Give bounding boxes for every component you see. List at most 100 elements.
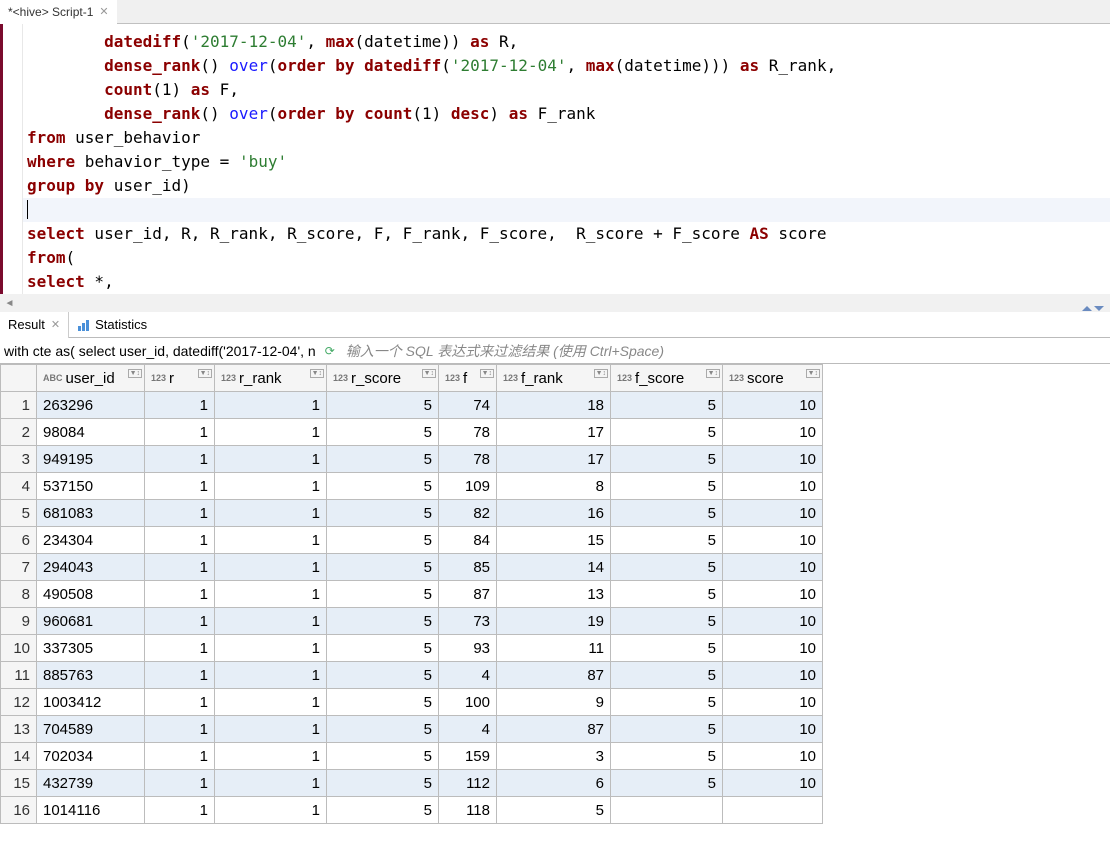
cell[interactable] [611,797,723,824]
cell[interactable]: 10 [723,554,823,581]
cell[interactable]: 82 [439,500,497,527]
cell[interactable]: 1 [145,716,215,743]
cell[interactable]: 704589 [37,716,145,743]
cell[interactable]: 87 [497,716,611,743]
cell[interactable]: 1014116 [37,797,145,824]
cell[interactable]: 234304 [37,527,145,554]
cell[interactable]: 159 [439,743,497,770]
cell[interactable]: 1 [215,716,327,743]
cell[interactable]: 5 [327,581,439,608]
cell[interactable]: 1 [215,527,327,554]
close-icon[interactable]: ✕ [51,318,60,331]
table-row[interactable]: 45371501151098510 [1,473,823,500]
cell[interactable]: 10 [723,527,823,554]
cell[interactable]: 5 [611,527,723,554]
cell[interactable]: 5 [611,662,723,689]
cell[interactable]: 8 [497,473,611,500]
table-row[interactable]: 147020341151593510 [1,743,823,770]
editor-line[interactable]: dense_rank() over(order by count(1) desc… [23,102,1110,126]
editor-line[interactable]: count(1) as F, [23,78,1110,102]
editor-line[interactable]: dense_rank() over(order by datediff('201… [23,54,1110,78]
cell[interactable]: 5 [327,608,439,635]
table-row[interactable]: 56810831158216510 [1,500,823,527]
column-header-score[interactable]: 123score▼↕ [723,365,823,392]
table-row[interactable]: 12632961157418510 [1,392,823,419]
cell[interactable]: 4 [439,716,497,743]
cell[interactable]: 1 [145,797,215,824]
cell[interactable]: 5 [611,770,723,797]
column-header-f_rank[interactable]: 123f_rank▼↕ [497,365,611,392]
cell[interactable]: 10 [723,473,823,500]
cell[interactable] [723,797,823,824]
cell[interactable]: 1 [145,473,215,500]
column-header-f[interactable]: 123f▼↕ [439,365,497,392]
cell[interactable]: 1 [145,446,215,473]
cell[interactable]: 3 [497,743,611,770]
cell[interactable]: 5 [327,689,439,716]
cell[interactable]: 5 [611,473,723,500]
column-header-r[interactable]: 123r▼↕ [145,365,215,392]
cell[interactable]: 681083 [37,500,145,527]
table-row[interactable]: 99606811157319510 [1,608,823,635]
cell[interactable]: 1 [145,581,215,608]
cell[interactable]: 432739 [37,770,145,797]
cell[interactable]: 73 [439,608,497,635]
cell[interactable]: 5 [611,743,723,770]
cell[interactable]: 1 [145,608,215,635]
close-icon[interactable]: ✕ [99,5,108,18]
cell[interactable]: 5 [327,473,439,500]
cell[interactable]: 5 [327,446,439,473]
cell[interactable]: 1 [215,446,327,473]
cell[interactable]: 1 [145,743,215,770]
chevron-down-icon[interactable] [1094,306,1104,311]
cell[interactable]: 13 [497,581,611,608]
cell[interactable]: 1 [215,770,327,797]
cell[interactable]: 1 [215,608,327,635]
table-row[interactable]: 2980841157817510 [1,419,823,446]
editor-line[interactable]: where behavior_type = 'buy' [23,150,1110,174]
cell[interactable]: 87 [439,581,497,608]
tab-result[interactable]: Result ✕ [0,312,69,338]
cell[interactable]: 5 [497,797,611,824]
cell[interactable]: 1 [215,662,327,689]
cell[interactable]: 294043 [37,554,145,581]
cell[interactable]: 960681 [37,608,145,635]
tab-statistics[interactable]: Statistics [69,312,155,338]
cell[interactable]: 5 [327,500,439,527]
column-header-r_rank[interactable]: 123r_rank▼↕ [215,365,327,392]
table-row[interactable]: 62343041158415510 [1,527,823,554]
cell[interactable]: 1 [215,743,327,770]
cell[interactable]: 1 [145,689,215,716]
cell[interactable]: 5 [611,716,723,743]
cell[interactable]: 5 [611,581,723,608]
cell[interactable]: 5 [327,716,439,743]
cell[interactable]: 74 [439,392,497,419]
cell[interactable]: 10 [723,662,823,689]
cell[interactable]: 337305 [37,635,145,662]
cell[interactable]: 93 [439,635,497,662]
cell[interactable]: 5 [611,635,723,662]
table-row[interactable]: 11885763115487510 [1,662,823,689]
results-grid[interactable]: ABCuser_id▼↕123r▼↕123r_rank▼↕123r_score▼… [0,364,1110,824]
cell[interactable]: 5 [611,446,723,473]
cell[interactable]: 5 [611,608,723,635]
editor-line[interactable]: group by user_id) [23,174,1110,198]
cell[interactable]: 19 [497,608,611,635]
table-row[interactable]: 103373051159311510 [1,635,823,662]
cell[interactable]: 10 [723,635,823,662]
cell[interactable]: 1 [145,500,215,527]
cell[interactable]: 78 [439,419,497,446]
cell[interactable]: 10 [723,500,823,527]
table-row[interactable]: 1210034121151009510 [1,689,823,716]
column-header-f_score[interactable]: 123f_score▼↕ [611,365,723,392]
cell[interactable]: 84 [439,527,497,554]
cell[interactable]: 1 [215,797,327,824]
cell[interactable]: 17 [497,446,611,473]
cell[interactable]: 1 [145,554,215,581]
cell[interactable]: 10 [723,608,823,635]
cell[interactable]: 5 [327,662,439,689]
cell[interactable]: 87 [497,662,611,689]
cell[interactable]: 118 [439,797,497,824]
cell[interactable]: 17 [497,419,611,446]
cell[interactable]: 85 [439,554,497,581]
